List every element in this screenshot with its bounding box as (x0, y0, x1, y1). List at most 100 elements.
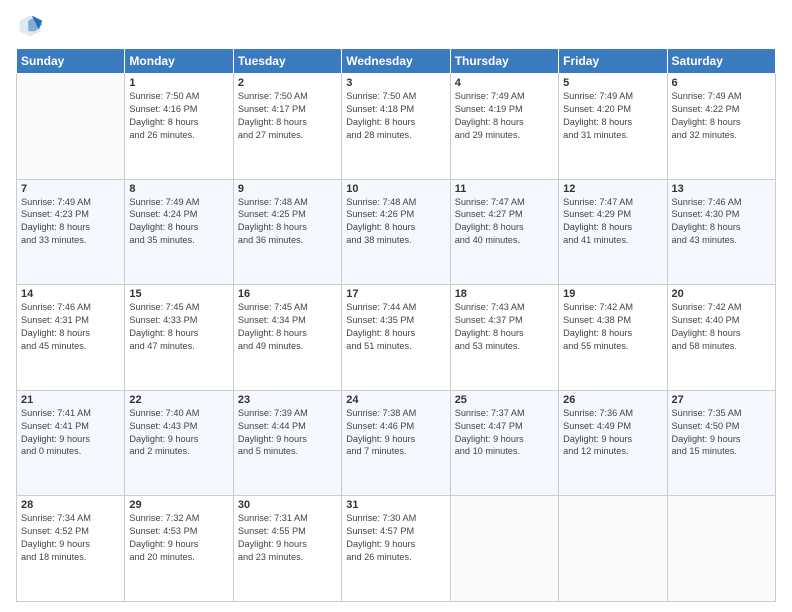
day-number: 23 (238, 394, 337, 406)
cell-text-line: Sunrise: 7:32 AM (129, 512, 228, 525)
cell-text-line: Sunset: 4:29 PM (563, 208, 662, 221)
cell-text-line: Sunset: 4:52 PM (21, 525, 120, 538)
cell-text-line: Sunrise: 7:42 AM (672, 301, 771, 314)
cell-text-line: and 5 minutes. (238, 445, 337, 458)
day-number: 4 (455, 77, 554, 89)
day-number: 12 (563, 183, 662, 195)
day-number: 22 (129, 394, 228, 406)
calendar-cell: 23Sunrise: 7:39 AMSunset: 4:44 PMDayligh… (233, 390, 341, 496)
day-number: 14 (21, 288, 120, 300)
calendar-cell: 8Sunrise: 7:49 AMSunset: 4:24 PMDaylight… (125, 179, 233, 285)
cell-text-line: Daylight: 8 hours (129, 221, 228, 234)
cell-text-line: Daylight: 9 hours (238, 538, 337, 551)
calendar-cell (559, 496, 667, 602)
cell-text-line: and 23 minutes. (238, 551, 337, 564)
cell-text-line: Sunrise: 7:34 AM (21, 512, 120, 525)
cell-text-line: and 12 minutes. (563, 445, 662, 458)
cell-text-line: Sunrise: 7:50 AM (238, 90, 337, 103)
calendar-cell: 13Sunrise: 7:46 AMSunset: 4:30 PMDayligh… (667, 179, 775, 285)
cell-text-line: Sunset: 4:27 PM (455, 208, 554, 221)
cell-text-line: and 18 minutes. (21, 551, 120, 564)
cell-text-line: Daylight: 8 hours (346, 116, 445, 129)
cell-text-line: Daylight: 9 hours (21, 433, 120, 446)
cell-text-line: Sunrise: 7:43 AM (455, 301, 554, 314)
day-number: 25 (455, 394, 554, 406)
calendar-cell: 10Sunrise: 7:48 AMSunset: 4:26 PMDayligh… (342, 179, 450, 285)
day-number: 19 (563, 288, 662, 300)
cell-text-line: Daylight: 9 hours (346, 433, 445, 446)
cell-text-line: Sunset: 4:20 PM (563, 103, 662, 116)
week-row-5: 28Sunrise: 7:34 AMSunset: 4:52 PM Dayligh… (17, 496, 776, 602)
cell-text-line: Sunrise: 7:36 AM (563, 407, 662, 420)
cell-text-line: and 51 minutes. (346, 340, 445, 353)
weekday-header-tuesday: Tuesday (233, 49, 341, 74)
cell-text-line: Daylight: 8 hours (672, 116, 771, 129)
cell-text-line: Sunset: 4:34 PM (238, 314, 337, 327)
cell-text-line: Sunset: 4:16 PM (129, 103, 228, 116)
calendar-cell: 22Sunrise: 7:40 AMSunset: 4:43 PMDayligh… (125, 390, 233, 496)
cell-text-line: and 20 minutes. (129, 551, 228, 564)
cell-text-line: Daylight: 8 hours (672, 221, 771, 234)
cell-text-line: Sunset: 4:17 PM (238, 103, 337, 116)
calendar-cell: 20Sunrise: 7:42 AMSunset: 4:40 PMDayligh… (667, 285, 775, 391)
calendar-cell: 17Sunrise: 7:44 AMSunset: 4:35 PMDayligh… (342, 285, 450, 391)
cell-text-line: and 29 minutes. (455, 129, 554, 142)
day-number: 10 (346, 183, 445, 195)
cell-text-line: and 58 minutes. (672, 340, 771, 353)
cell-text-line: Daylight: 8 hours (238, 116, 337, 129)
cell-text-line: Daylight: 8 hours (346, 221, 445, 234)
calendar-cell: 31Sunrise: 7:30 AMSunset: 4:57 PMDayligh… (342, 496, 450, 602)
cell-text-line: Sunset: 4:30 PM (672, 208, 771, 221)
cell-text-line: and 10 minutes. (455, 445, 554, 458)
cell-text-line: Sunset: 4:31 PM (21, 314, 120, 327)
day-number: 28 (21, 499, 120, 511)
cell-text-line: and 27 minutes. (238, 129, 337, 142)
weekday-header-row: SundayMondayTuesdayWednesdayThursdayFrid… (17, 49, 776, 74)
cell-text-line: Sunrise: 7:49 AM (21, 196, 120, 209)
cell-text-line: Sunrise: 7:31 AM (238, 512, 337, 525)
cell-text-line: Daylight: 8 hours (563, 327, 662, 340)
cell-text-line: Sunrise: 7:46 AM (672, 196, 771, 209)
cell-text-line: Daylight: 9 hours (672, 433, 771, 446)
calendar-cell: 25Sunrise: 7:37 AMSunset: 4:47 PMDayligh… (450, 390, 558, 496)
logo (16, 12, 46, 40)
cell-text-line: Sunrise: 7:49 AM (455, 90, 554, 103)
cell-text-line: and 45 minutes. (21, 340, 120, 353)
week-row-3: 14Sunrise: 7:46 AMSunset: 4:31 PMDayligh… (17, 285, 776, 391)
cell-text-line: Sunrise: 7:42 AM (563, 301, 662, 314)
cell-text-line: Sunset: 4:46 PM (346, 420, 445, 433)
calendar-cell: 2Sunrise: 7:50 AMSunset: 4:17 PMDaylight… (233, 74, 341, 180)
cell-text-line: Sunrise: 7:49 AM (563, 90, 662, 103)
week-row-2: 7Sunrise: 7:49 AMSunset: 4:23 PMDaylight… (17, 179, 776, 285)
day-number: 11 (455, 183, 554, 195)
calendar-cell: 27Sunrise: 7:35 AMSunset: 4:50 PMDayligh… (667, 390, 775, 496)
cell-text-line: and 32 minutes. (672, 129, 771, 142)
cell-text-line: Sunrise: 7:50 AM (129, 90, 228, 103)
cell-text-line: and 43 minutes. (672, 234, 771, 247)
cell-text-line: Daylight: 8 hours (21, 327, 120, 340)
cell-text-line: Sunrise: 7:48 AM (346, 196, 445, 209)
calendar-cell: 18Sunrise: 7:43 AMSunset: 4:37 PMDayligh… (450, 285, 558, 391)
day-number: 3 (346, 77, 445, 89)
header (16, 12, 776, 40)
calendar-cell: 26Sunrise: 7:36 AMSunset: 4:49 PMDayligh… (559, 390, 667, 496)
cell-text-line: Daylight: 9 hours (129, 433, 228, 446)
cell-text-line: and 53 minutes. (455, 340, 554, 353)
calendar-cell: 6Sunrise: 7:49 AMSunset: 4:22 PMDaylight… (667, 74, 775, 180)
cell-text-line: Sunset: 4:55 PM (238, 525, 337, 538)
calendar-cell: 15Sunrise: 7:45 AMSunset: 4:33 PMDayligh… (125, 285, 233, 391)
cell-text-line: and 36 minutes. (238, 234, 337, 247)
calendar-cell: 4Sunrise: 7:49 AMSunset: 4:19 PMDaylight… (450, 74, 558, 180)
cell-text-line: Sunrise: 7:46 AM (21, 301, 120, 314)
day-number: 15 (129, 288, 228, 300)
cell-text-line: Daylight: 8 hours (455, 116, 554, 129)
cell-text-line: Sunrise: 7:38 AM (346, 407, 445, 420)
cell-text-line: Sunset: 4:24 PM (129, 208, 228, 221)
cell-text-line: Sunset: 4:22 PM (672, 103, 771, 116)
cell-text-line: Sunset: 4:19 PM (455, 103, 554, 116)
day-number: 6 (672, 77, 771, 89)
cell-text-line: Sunset: 4:26 PM (346, 208, 445, 221)
cell-text-line: Daylight: 8 hours (346, 327, 445, 340)
day-number: 16 (238, 288, 337, 300)
cell-text-line: Sunrise: 7:45 AM (129, 301, 228, 314)
